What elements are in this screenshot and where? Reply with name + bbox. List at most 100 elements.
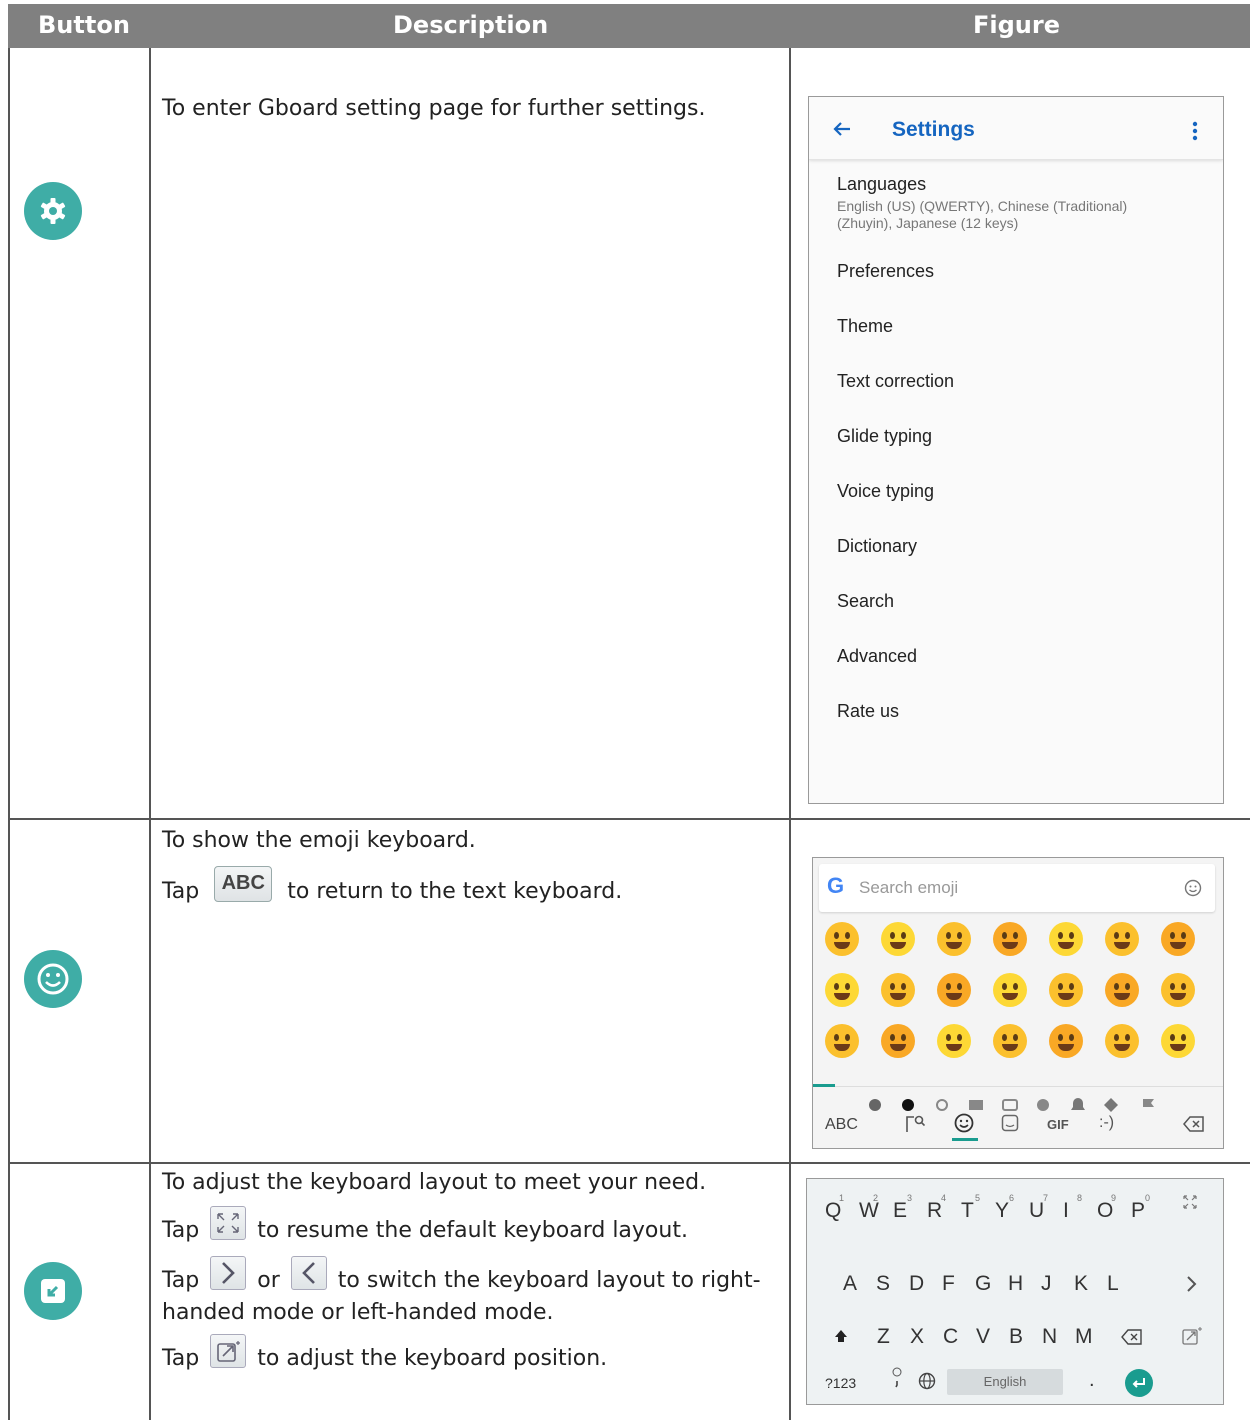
settings-item-dictionary[interactable]: Dictionary [837,536,917,557]
key-a[interactable]: A [843,1272,857,1296]
key-j[interactable]: J [1041,1272,1052,1296]
default-layout-key-icon[interactable] [1181,1193,1199,1211]
key-hint: 1 [839,1193,845,1203]
space-bar[interactable]: English [947,1369,1063,1395]
emoji-key[interactable] [993,922,1027,956]
right-handed-key-icon[interactable] [1185,1274,1199,1294]
enter-key[interactable] [1125,1369,1153,1397]
settings-item-languages[interactable]: Languages [837,174,926,195]
emoji-mouth [834,993,850,1000]
more-options-icon[interactable] [1192,121,1198,141]
row3-description: To adjust the keyboard layout to meet yo… [162,1170,761,1371]
emoji-key[interactable] [1161,973,1195,1007]
globe-icon[interactable] [917,1371,937,1391]
emoji-key[interactable] [1105,922,1139,956]
back-arrow-icon[interactable] [833,121,851,137]
key-h[interactable]: H [1008,1272,1023,1296]
emoji-comma-key-icon[interactable] [891,1366,903,1388]
key-x[interactable]: X [910,1325,924,1349]
emoji-key[interactable] [1049,1024,1083,1058]
emoji-mouth [946,1044,962,1051]
key-b[interactable]: B [1009,1325,1023,1349]
key-hint: 5 [975,1193,981,1203]
settings-languages-summary: English (US) (QWERTY), Chinese (Traditio… [837,198,1128,231]
emoji-search-placeholder: Search emoji [859,878,959,897]
key-k[interactable]: K [1074,1272,1088,1296]
settings-title: Settings [892,118,975,141]
emoji-key[interactable] [1161,1024,1195,1058]
settings-item-rate-us[interactable]: Rate us [837,701,899,722]
emoji-key[interactable] [881,922,915,956]
emoji-mouth [890,1044,906,1051]
sticker-search-icon[interactable] [905,1114,925,1134]
enter-icon [1132,1378,1145,1388]
emoji-key[interactable] [1105,973,1139,1007]
emoji-mouth [1170,1044,1186,1051]
settings-screenshot: Settings Languages English (US) (QWERTY)… [808,96,1224,804]
key-r[interactable]: R [927,1199,942,1223]
emoji-key[interactable] [881,1024,915,1058]
shift-icon[interactable] [833,1328,849,1344]
key-n[interactable]: N [1042,1325,1057,1349]
emoji-mouth [946,993,962,1000]
emoji-key[interactable] [993,1024,1027,1058]
emoji-key[interactable] [937,922,971,956]
key-s[interactable]: S [876,1272,890,1296]
settings-item-text-correction[interactable]: Text correction [837,371,954,392]
keyboard-backspace-icon[interactable] [1121,1329,1143,1345]
emoji-mouth [1114,1044,1130,1051]
emoji-abc-key[interactable]: ABC [825,1116,858,1134]
settings-item-glide-typing[interactable]: Glide typing [837,426,932,447]
symbols-key[interactable]: ?123 [825,1375,856,1391]
key-d[interactable]: D [909,1272,924,1296]
key-m[interactable]: M [1075,1325,1093,1349]
emoji-key[interactable] [825,1024,859,1058]
key-u[interactable]: U [1029,1199,1044,1223]
emoji-key[interactable] [1049,973,1083,1007]
key-t[interactable]: T [961,1199,974,1223]
row-divider-2 [8,1162,1250,1164]
emoji-key[interactable] [825,973,859,1007]
emoji-key[interactable] [881,973,915,1007]
gif-key[interactable]: GIF [1047,1117,1069,1132]
adjust-position-key-icon[interactable] [1181,1325,1203,1347]
emoji-mouth [1114,942,1130,949]
key-z[interactable]: Z [877,1325,890,1349]
emoji-key[interactable] [1161,922,1195,956]
key-c[interactable]: C [943,1325,958,1349]
emoji-key[interactable] [937,1024,971,1058]
key-g[interactable]: G [975,1272,991,1296]
key-i[interactable]: I [1063,1199,1069,1223]
emoji-key[interactable] [1105,1024,1139,1058]
key-y[interactable]: Y [995,1199,1009,1223]
emoji-search-bar[interactable]: G Search emoji [819,864,1215,912]
key-l[interactable]: L [1107,1272,1119,1296]
emoji-mouth [1002,942,1018,949]
emoji-key[interactable] [937,973,971,1007]
emoji-mouth [1170,993,1186,1000]
emoji-key[interactable] [1049,922,1083,956]
emoji-face-icon[interactable] [1184,879,1202,897]
period-key[interactable]: . [1089,1369,1095,1392]
settings-item-preferences[interactable]: Preferences [837,261,934,282]
key-p[interactable]: P [1131,1199,1145,1223]
settings-item-voice-typing[interactable]: Voice typing [837,481,934,502]
key-e[interactable]: E [893,1199,907,1223]
emoji-mouth [946,942,962,949]
settings-app-bar: Settings [809,97,1223,160]
sticker-icon[interactable] [1001,1114,1019,1132]
emoji-tab-icon[interactable] [953,1112,975,1134]
emoji-key[interactable] [993,973,1027,1007]
keyboard-screenshot: ?123 English . Q1W2E3R4T5Y6U7I8O9P0ASDFG… [806,1178,1224,1405]
settings-item-theme[interactable]: Theme [837,316,893,337]
settings-item-advanced[interactable]: Advanced [837,646,917,667]
settings-item-search[interactable]: Search [837,591,894,612]
key-v[interactable]: V [976,1325,990,1349]
backspace-icon[interactable] [1183,1115,1205,1133]
emoji-scroll-indicator [813,1084,835,1087]
emoticon-key[interactable]: :-) [1099,1114,1114,1132]
key-f[interactable]: F [942,1272,955,1296]
adjust-position-icon [210,1334,247,1368]
table-divider-1 [149,48,151,1420]
emoji-key[interactable] [825,922,859,956]
